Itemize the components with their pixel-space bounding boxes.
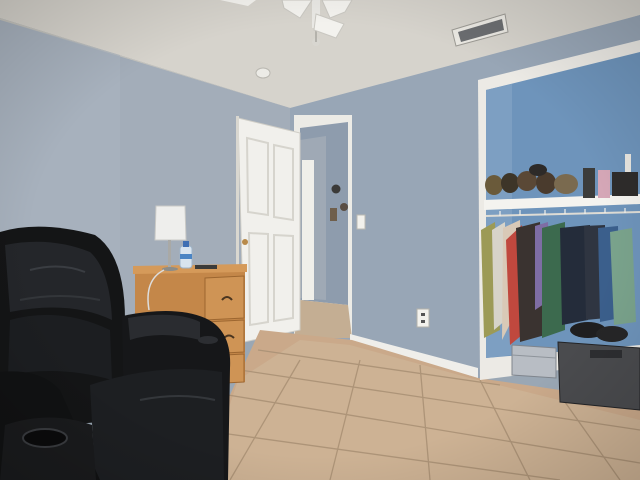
photo-canvas [0,0,640,480]
shading-overlay [0,0,640,480]
bedroom-photo [0,0,640,480]
